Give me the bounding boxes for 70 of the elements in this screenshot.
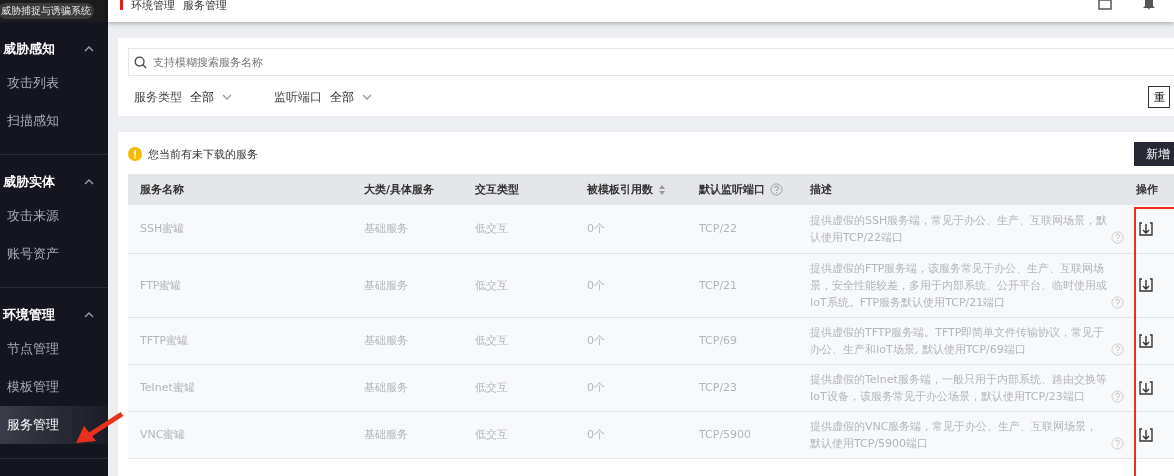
download-icon [1138, 277, 1154, 293]
table-cell: SSH蜜罐 [128, 205, 352, 253]
document-icon[interactable] [1098, 0, 1112, 10]
chevron-icon [84, 46, 94, 52]
table-cell: TCP/22 [687, 205, 798, 253]
column-header: 默认监听端口 [687, 174, 798, 205]
column-header: 被模板引用数 [575, 174, 687, 205]
column-header: 交互类型 [463, 174, 575, 205]
menu-group-header[interactable]: 威胁实体 [0, 167, 108, 197]
menu-item[interactable]: 模板管理 [0, 368, 108, 406]
download-icon [1138, 379, 1154, 396]
warning-icon [128, 147, 142, 161]
table-cell: TCP/23 [687, 364, 798, 411]
menu-item[interactable]: 攻击列表 [0, 64, 108, 102]
table-cell: 0个 [575, 411, 687, 458]
table-cell: TCP/69 [687, 317, 798, 364]
table-cell: 低交互 [463, 411, 575, 458]
table-cell: TCP/21 [687, 253, 798, 317]
menu-item[interactable]: 节点管理 [0, 330, 108, 368]
menu-item[interactable]: 攻击来源 [0, 197, 108, 235]
table-cell: 低交互 [463, 364, 575, 411]
caret-icon [222, 94, 232, 100]
menu-group-header[interactable]: 环境管理 [0, 300, 108, 330]
table-cell: 0个 [575, 253, 687, 317]
chevron-icon [84, 312, 94, 318]
add-service-button[interactable]: 新增 [1134, 142, 1174, 166]
reset-button[interactable]: 重 [1148, 86, 1170, 108]
download-icon [1138, 332, 1154, 349]
table-cell: TCP/5900 [687, 411, 798, 458]
caret-icon [362, 94, 372, 100]
column-header: 描述 [798, 174, 1132, 205]
column-header: 操作 [1132, 174, 1174, 205]
system-name-badge: 威胁捕捉与诱骗系统 [0, 3, 94, 19]
pointer-arrow [74, 410, 124, 446]
filter-select[interactable]: 服务类型 全部 [128, 88, 268, 106]
table-cell: 低交互 [463, 317, 575, 364]
table-cell: VNC蜜罐 [128, 411, 352, 458]
table-cell: 基础服务 [352, 411, 463, 458]
table-cell: 基础服务 [352, 364, 463, 411]
table-cell: 0个 [575, 317, 687, 364]
table-cell: 低交互 [463, 205, 575, 253]
table-cell: 低交互 [463, 253, 575, 317]
search-field[interactable]: 支持模糊搜索服务名称 [128, 48, 1174, 76]
download-icon [1138, 426, 1154, 443]
breadcrumb-item[interactable]: 服务管理 [183, 0, 227, 11]
bell-icon[interactable] [1143, 0, 1155, 10]
table-cell: 0个 [575, 205, 687, 253]
table-cell: 基础服务 [352, 205, 463, 253]
download-icon [1138, 220, 1154, 237]
table-cell: FTP蜜罐 [128, 253, 352, 317]
menu-group-header[interactable]: 威胁感知 [0, 34, 108, 64]
table-cell: TFTP蜜罐 [128, 317, 352, 364]
table-cell: 基础服务 [352, 253, 463, 317]
download-button[interactable] [1138, 426, 1154, 443]
column-header: 服务名称 [128, 174, 352, 205]
menu-item[interactable]: 扫描感知 [0, 102, 108, 140]
download-button[interactable] [1138, 277, 1154, 293]
filter-select[interactable]: 监听端口 全部 [268, 88, 408, 106]
chevron-icon [84, 179, 94, 185]
column-header: 大类/具体服务 [352, 174, 463, 205]
table-cell: Telnet蜜罐 [128, 364, 352, 411]
download-button[interactable] [1138, 332, 1154, 349]
breadcrumb-item[interactable]: 环境管理 [131, 0, 175, 11]
menu-item[interactable]: 账号资产 [0, 235, 108, 273]
menu-item[interactable]: 服务管理 [0, 406, 108, 444]
download-button[interactable] [1138, 220, 1154, 237]
notice-text: 您当前有未下载的服务 [148, 146, 258, 162]
download-button[interactable] [1138, 379, 1154, 396]
table-cell: 基础服务 [352, 317, 463, 364]
table-cell: 0个 [575, 364, 687, 411]
